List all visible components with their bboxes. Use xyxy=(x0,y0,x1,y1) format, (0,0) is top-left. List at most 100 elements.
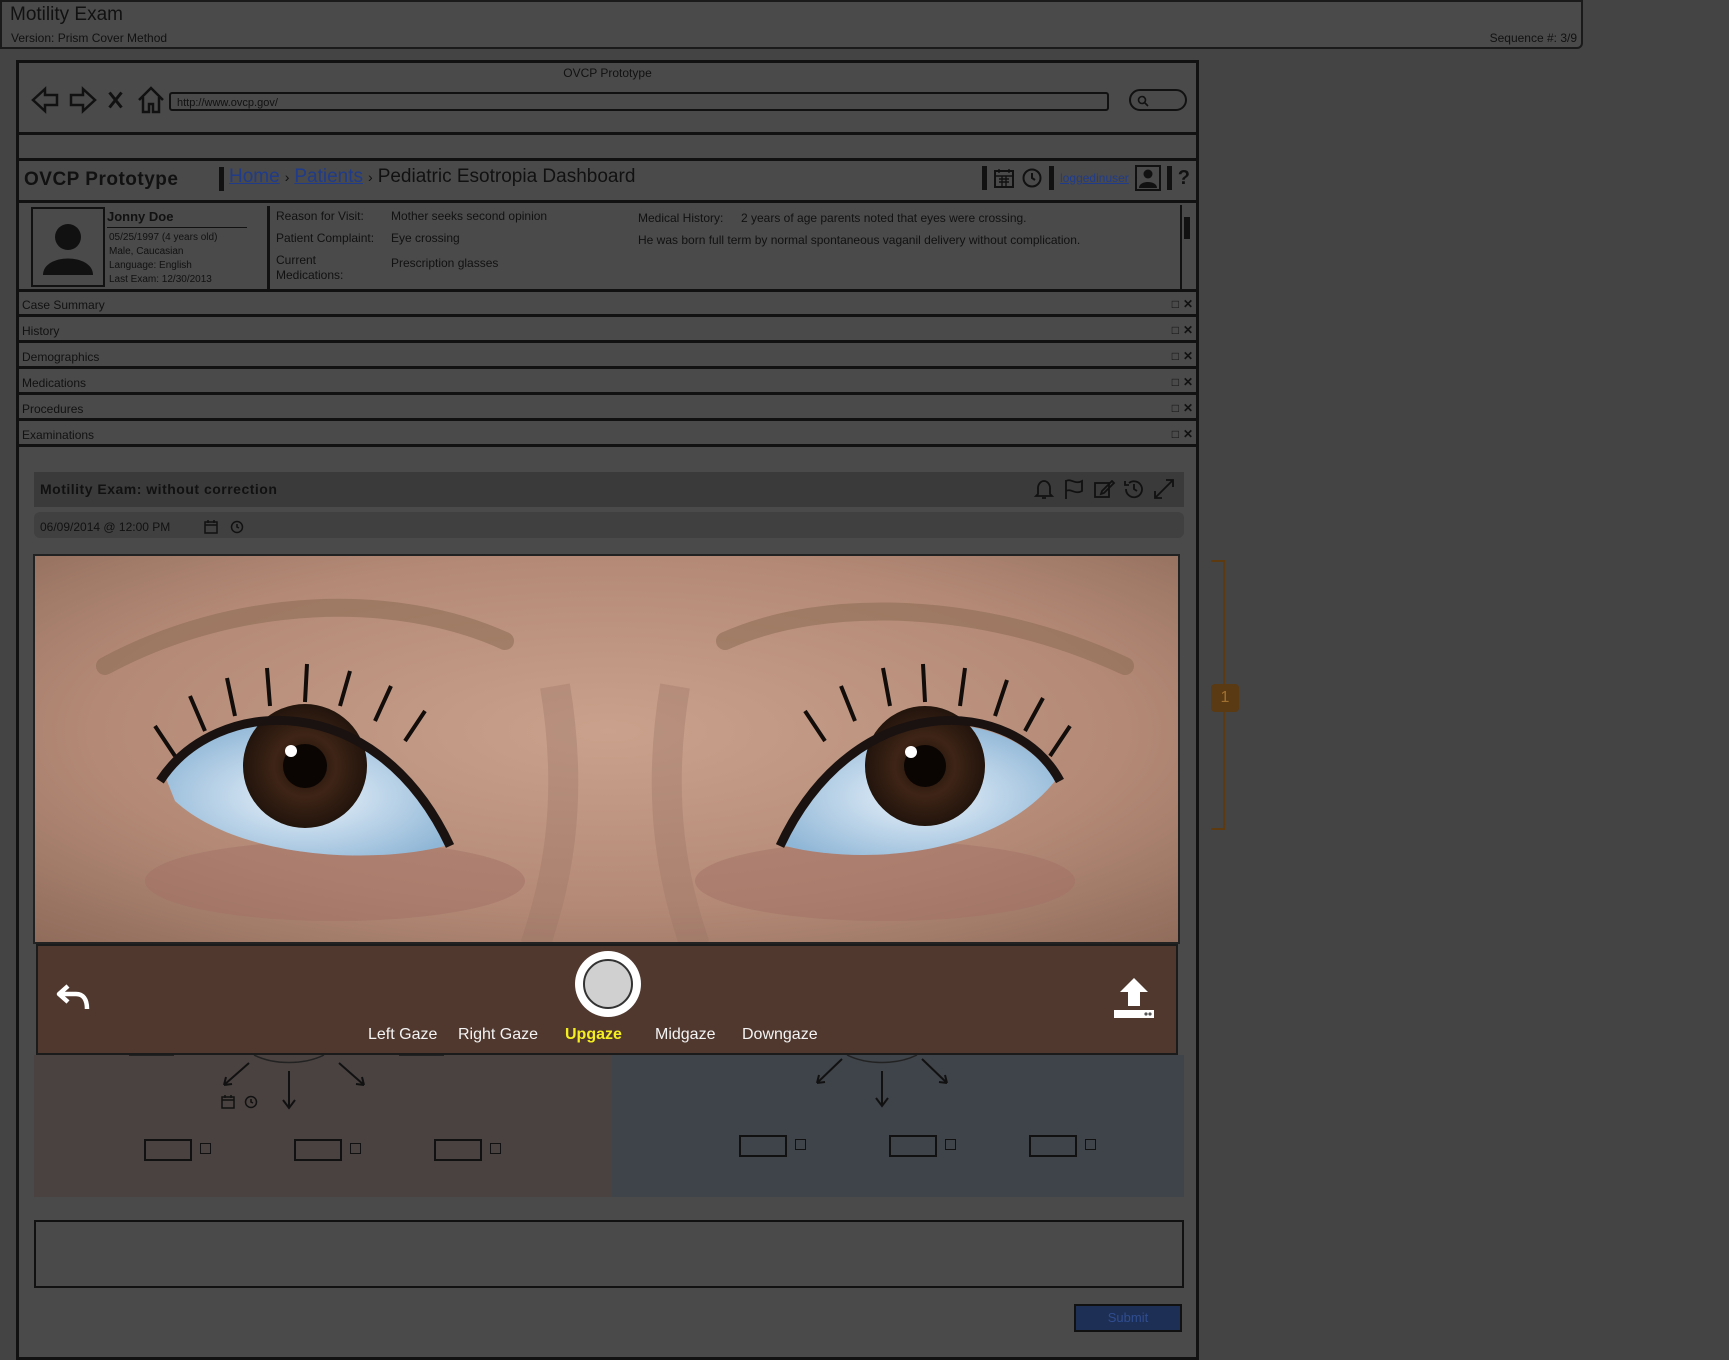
measure-checkbox[interactable] xyxy=(945,1139,956,1150)
measure-checkbox[interactable] xyxy=(1085,1139,1096,1150)
close-icon[interactable]: ✕ xyxy=(1183,427,1193,441)
clock-icon[interactable] xyxy=(230,520,244,534)
accordion-medications[interactable]: Medications □ ✕ xyxy=(19,373,1196,395)
accordion-history[interactable]: History □ ✕ xyxy=(19,321,1196,343)
notes-textarea[interactable] xyxy=(34,1220,1184,1288)
measure-field[interactable] xyxy=(144,1139,192,1161)
close-icon[interactable]: ✕ xyxy=(1183,375,1193,389)
breadcrumb-chevron-icon: › xyxy=(368,169,373,185)
browser-nav-buttons xyxy=(29,83,167,117)
measure-field[interactable] xyxy=(294,1139,342,1161)
user-icon xyxy=(43,224,93,275)
complaint-value: Eye crossing xyxy=(391,231,460,245)
breadcrumb-current: Pediatric Esotropia Dashboard xyxy=(377,166,636,187)
measure-checkbox[interactable] xyxy=(350,1143,361,1154)
eye-photo xyxy=(33,554,1180,944)
patient-summary: Jonny Doe 05/25/1997 (4 years old) Male,… xyxy=(19,200,1196,292)
submit-button[interactable]: Submit xyxy=(1074,1304,1182,1332)
annotation-marker: 1 xyxy=(1211,684,1239,712)
history-line-2: He was born full term by normal spontane… xyxy=(638,233,1081,247)
minimize-icon[interactable]: □ xyxy=(1172,375,1179,389)
history-line-1: 2 years of age parents noted that eyes w… xyxy=(741,211,1027,225)
shutter-inner xyxy=(583,959,633,1009)
sequence-label: Sequence #: 3/9 xyxy=(1489,31,1577,45)
close-icon[interactable]: ✕ xyxy=(1183,401,1193,415)
divider xyxy=(982,166,988,190)
app-brand: OVCP Prototype xyxy=(24,169,179,190)
gaze-left[interactable]: Left Gaze xyxy=(368,1026,437,1044)
flag-icon[interactable] xyxy=(1062,477,1086,501)
close-icon[interactable]: ✕ xyxy=(1183,349,1193,363)
user-link[interactable]: loggedinuser xyxy=(1060,171,1129,185)
calendar-icon[interactable] xyxy=(993,167,1015,189)
brand-divider xyxy=(219,167,224,191)
app-header: Motility Exam Version: Prism Cover Metho… xyxy=(0,0,1583,49)
calendar-icon[interactable] xyxy=(221,1095,235,1109)
browser-search[interactable] xyxy=(1129,89,1187,111)
user-icon xyxy=(1138,169,1157,188)
reason-value: Mother seeks second opinion xyxy=(391,209,548,223)
gaze-mid[interactable]: Midgaze xyxy=(655,1026,715,1044)
measure-checkbox[interactable] xyxy=(200,1143,211,1154)
forward-arrow-icon[interactable] xyxy=(67,84,99,116)
exam-header: Motility Exam: without correction xyxy=(34,472,1184,507)
gaze-up[interactable]: Upgaze xyxy=(565,1026,622,1044)
meds-label-2: Medications: xyxy=(276,268,344,282)
accordion-procedures[interactable]: Procedures □ ✕ xyxy=(19,399,1196,421)
undo-icon[interactable] xyxy=(56,982,90,1012)
accordion-label: Examinations xyxy=(22,428,95,442)
upload-icon[interactable] xyxy=(1112,976,1156,1020)
minimize-icon[interactable]: □ xyxy=(1172,427,1179,441)
meds-value: Prescription glasses xyxy=(391,256,499,270)
gaze-right[interactable]: Right Gaze xyxy=(458,1026,538,1044)
minimize-icon[interactable]: □ xyxy=(1172,401,1179,415)
measure-checkbox[interactable] xyxy=(490,1143,501,1154)
home-icon[interactable] xyxy=(135,84,167,116)
clock-icon[interactable] xyxy=(1021,167,1043,189)
minimize-icon[interactable]: □ xyxy=(1172,349,1179,363)
measure-field[interactable] xyxy=(1029,1135,1077,1157)
history-icon[interactable] xyxy=(1122,477,1146,501)
reason-label: Reason for Visit: xyxy=(276,209,364,223)
scrollbar[interactable] xyxy=(1180,205,1194,291)
patient-name: Jonny Doe xyxy=(107,209,174,224)
shutter-button[interactable] xyxy=(575,951,641,1017)
measure-field[interactable] xyxy=(739,1135,787,1157)
right-eye-diagram xyxy=(612,1055,1184,1197)
clock-icon[interactable] xyxy=(244,1095,258,1109)
app-navbar: OVCP Prototype Home › Patients › Pediatr… xyxy=(19,161,1196,197)
eyes-upgaze-image xyxy=(35,556,1178,942)
calendar-icon[interactable] xyxy=(204,520,219,534)
scroll-thumb[interactable] xyxy=(1184,217,1190,239)
version-label: Version: Prism Cover Method xyxy=(11,31,168,45)
minimize-icon[interactable]: □ xyxy=(1172,297,1179,311)
accordion-demographics[interactable]: Demographics □ ✕ xyxy=(19,347,1196,369)
expand-icon[interactable] xyxy=(1152,477,1176,501)
measure-checkbox[interactable] xyxy=(795,1139,806,1150)
stop-icon[interactable] xyxy=(105,84,129,116)
breadcrumb-patients[interactable]: Patients xyxy=(294,166,363,188)
accordion-case-summary[interactable]: Case Summary □ ✕ xyxy=(19,295,1196,317)
measure-field[interactable] xyxy=(889,1135,937,1157)
toolbar-divider xyxy=(19,132,1196,135)
divider xyxy=(267,206,270,290)
close-icon[interactable]: ✕ xyxy=(1183,323,1193,337)
breadcrumb-home[interactable]: Home xyxy=(229,166,280,188)
gaze-arrows-diagram xyxy=(816,1055,948,1108)
accordion-label: Demographics xyxy=(22,350,100,364)
url-bar[interactable]: http://www.ovcp.gov/ xyxy=(169,92,1109,111)
minimize-icon[interactable]: □ xyxy=(1172,323,1179,337)
user-avatar-button[interactable] xyxy=(1134,165,1161,191)
accordion-examinations[interactable]: Examinations □ ✕ xyxy=(19,425,1196,447)
measure-field[interactable] xyxy=(434,1139,482,1161)
edit-icon[interactable] xyxy=(1092,477,1116,501)
divider xyxy=(1049,166,1055,190)
gaze-down[interactable]: Downgaze xyxy=(742,1026,818,1044)
accordion-label: Case Summary xyxy=(22,298,105,312)
help-button[interactable]: ? xyxy=(1178,167,1190,190)
breadcrumb-chevron-icon: › xyxy=(284,169,290,185)
back-arrow-icon[interactable] xyxy=(29,84,61,116)
close-icon[interactable]: ✕ xyxy=(1183,297,1193,311)
bell-icon[interactable] xyxy=(1032,477,1056,501)
patient-demographics: Male, Caucasian xyxy=(109,246,184,257)
